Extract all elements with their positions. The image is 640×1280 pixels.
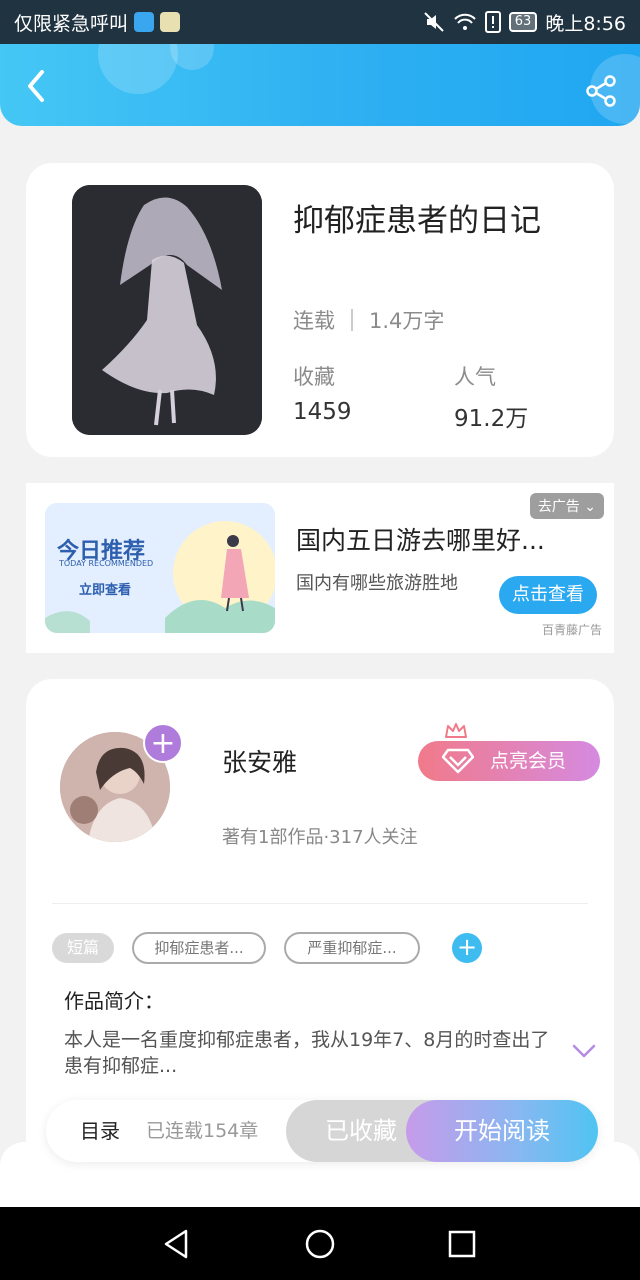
- author-stats: 著有1部作品·317人关注: [222, 827, 418, 848]
- decor-bubble: [170, 44, 214, 70]
- favorites-label: 收藏: [293, 365, 335, 389]
- battery-indicator: 63: [508, 12, 538, 32]
- share-icon[interactable]: [584, 74, 618, 108]
- book-title: 抑郁症患者的日记: [293, 203, 541, 239]
- status-bar: 仅限紧急呼叫 63 晚上8:56: [0, 0, 640, 44]
- remove-ad-label: 去广告: [537, 499, 580, 515]
- type-tag: 短篇: [52, 933, 114, 963]
- diamond-icon: [442, 748, 474, 774]
- chevron-down-icon: ⌄: [584, 499, 596, 515]
- app-notification-icon: [160, 12, 181, 32]
- vip-button[interactable]: 点亮会员: [418, 741, 600, 781]
- system-nav-bar: [0, 1207, 640, 1280]
- book-cover-image: [72, 185, 262, 435]
- tag-item[interactable]: 抑郁症患者...: [132, 932, 266, 964]
- wifi-icon: [454, 13, 476, 30]
- section-divider: [52, 903, 588, 904]
- decor-bubble: [98, 44, 178, 94]
- back-triangle-icon[interactable]: [160, 1227, 194, 1261]
- status-bar-left: 仅限紧急呼叫: [14, 9, 181, 36]
- status-bar-right: 63 晚上8:56: [423, 9, 626, 36]
- vip-button-label: 点亮会员: [490, 750, 567, 772]
- chapter-count[interactable]: 已连载154章: [146, 1100, 258, 1162]
- carrier-text: 仅限紧急呼叫: [14, 12, 129, 35]
- book-meta: 连载 1.4万字: [293, 305, 444, 335]
- sim-alert-icon: [484, 11, 501, 33]
- chevron-left-icon[interactable]: [20, 66, 56, 106]
- shield-icon: [134, 12, 155, 32]
- serial-status: 连载: [293, 309, 335, 333]
- header-bar: [0, 44, 640, 126]
- ad-source: 百青藤广告: [541, 623, 602, 637]
- reading-bar: 目录 已连载154章 已收藏 开始阅读: [46, 1100, 598, 1162]
- home-circle-icon[interactable]: [303, 1227, 337, 1261]
- tag-item[interactable]: 严重抑郁症...: [284, 932, 420, 964]
- remove-ad-button[interactable]: 去广告 ⌄: [529, 493, 604, 519]
- author-name[interactable]: 张安雅: [222, 743, 297, 779]
- follow-author-button[interactable]: +: [143, 723, 183, 763]
- ad-title[interactable]: 国内五日游去哪里好...: [296, 521, 545, 557]
- crown-icon: [445, 723, 467, 738]
- add-tag-button[interactable]: +: [452, 933, 482, 963]
- ad-image-cta: 立即查看: [79, 583, 132, 598]
- ad-image[interactable]: 今日推荐 TODAY RECOMMENDED 立即查看: [45, 503, 275, 633]
- popularity-count: 91.2万: [454, 406, 529, 432]
- clock: 晚上8:56: [545, 12, 626, 35]
- table-of-contents-button[interactable]: 目录: [80, 1100, 120, 1162]
- ad-description: 国内有哪些旅游胜地: [296, 573, 458, 594]
- mute-icon: [424, 12, 444, 32]
- book-info-card: 抑郁症患者的日记 连载 1.4万字 收藏 1459 人气 91.2万: [26, 163, 614, 457]
- ad-view-button[interactable]: 点击查看: [499, 576, 597, 614]
- popularity-label: 人气: [454, 365, 496, 389]
- ad-image-subtitle: TODAY RECOMMENDED: [59, 559, 154, 568]
- start-reading-button[interactable]: 开始阅读: [406, 1100, 598, 1162]
- meta-divider: [351, 309, 353, 331]
- chevron-down-icon[interactable]: [572, 1043, 596, 1059]
- ad-banner[interactable]: 今日推荐 TODAY RECOMMENDED 立即查看 去广告 ⌄ 国内五日游去…: [26, 483, 614, 653]
- word-count: 1.4万字: [369, 309, 445, 333]
- recents-square-icon[interactable]: [445, 1227, 479, 1261]
- intro-title: 作品简介：: [64, 989, 164, 1013]
- favorites-count: 1459: [293, 399, 352, 425]
- intro-text: 本人是一名重度抑郁症患者，我从19年7、8月的时查出了患有抑郁症...: [64, 1029, 550, 1077]
